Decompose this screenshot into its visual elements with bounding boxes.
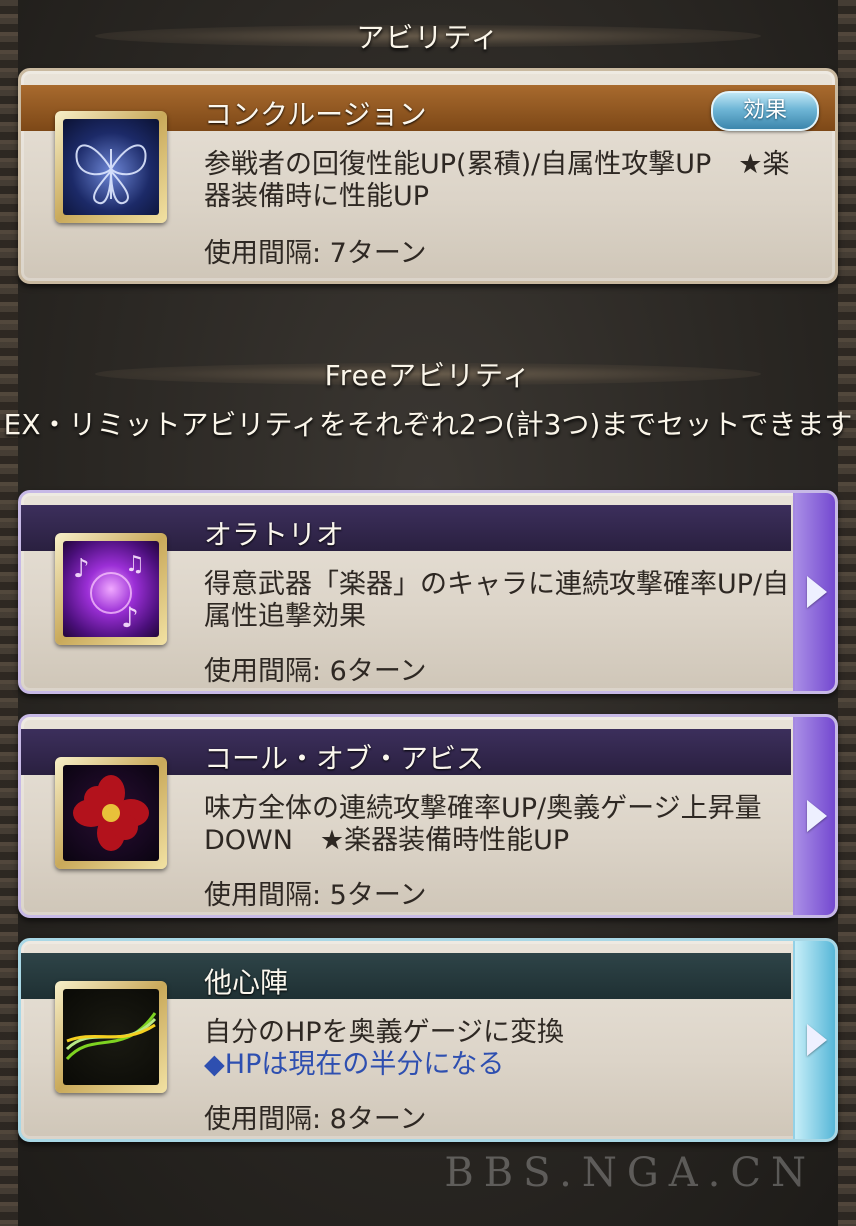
ability-interval: 使用間隔: 8ターン (204, 1104, 427, 1135)
ability-interval: 使用間隔: 6ターン (204, 656, 427, 687)
chevron-right-icon (807, 800, 827, 832)
free-ability-header-label: Freeアビリティ (324, 359, 532, 392)
watermark: BBS.NGA.CN (444, 1150, 816, 1196)
free-ability-card-tashinjin[interactable]: 他心陣 自分のHPを奥義ゲージに変換 ◆HPは現在の半分になる 使用間隔: 8タ… (18, 938, 838, 1142)
right-border-decoration (838, 0, 856, 1226)
ability-description: 味方全体の連続攻撃確率UP/奥義ゲージ上昇量DOWN ★楽器装備時性能UP (204, 793, 794, 857)
ability-name: オラトリオ (204, 518, 345, 551)
ability-interval: 使用間隔: 7ターン (204, 238, 427, 269)
free-ability-card-oratorio[interactable]: ♪ ♫ ♪ オラトリオ 得意武器「楽器」のキャラに連続攻撃確率UP/自属性追撃効… (18, 490, 838, 694)
ability-description: 自分のHPを奥義ゲージに変換 ◆HPは現在の半分になる (204, 1017, 794, 1081)
ability-interval: 使用間隔: 5ターン (204, 880, 427, 911)
ability-description: 得意武器「楽器」のキャラに連続攻撃確率UP/自属性追撃効果 (204, 569, 794, 633)
butterfly-icon (63, 119, 159, 215)
chevron-right-icon (807, 576, 827, 608)
ability-description-text: 自分のHPを奥義ゲージに変換 (204, 1017, 565, 1048)
free-ability-card-call-of-abyss[interactable]: コール・オブ・アビス 味方全体の連続攻撃確率UP/奥義ゲージ上昇量DOWN ★楽… (18, 714, 838, 918)
ability-icon-frame (55, 981, 167, 1093)
ability-icon-frame (55, 111, 167, 223)
ability-note: ◆HPは現在の半分になる (204, 1049, 505, 1080)
free-ability-description: EX・リミットアビリティをそれぞれ2つ(計3つ)までセットできます (3, 408, 853, 441)
left-border-decoration (0, 0, 18, 1226)
svg-text:♪: ♪ (73, 554, 90, 584)
svg-text:♪: ♪ (121, 601, 139, 634)
ability-section-header: アビリティ (0, 16, 856, 56)
ability-header-label: アビリティ (356, 21, 500, 54)
select-ability-tab[interactable] (793, 717, 835, 915)
ability-description-text: 味方全体の連続攻撃確率UP/奥義ゲージ上昇量DOWN ★楽器装備時性能UP (204, 793, 762, 856)
svg-text:♫: ♫ (125, 552, 145, 577)
ability-card-conclusion[interactable]: コンクルージョン 効果 参戦者の回復性能UP(累積)/自属性攻撃UP ★楽器装備… (18, 68, 838, 284)
select-ability-tab[interactable] (793, 493, 835, 691)
effect-button[interactable]: 効果 (711, 91, 819, 131)
ability-name: 他心陣 (204, 966, 289, 999)
ability-description-text: 得意武器「楽器」のキャラに連続攻撃確率UP/自属性追撃効果 (204, 569, 790, 632)
ability-name: コンクルージョン (204, 98, 427, 131)
select-ability-tab[interactable] (793, 941, 835, 1139)
chevron-right-icon (807, 1024, 827, 1056)
ability-icon-frame: ♪ ♫ ♪ (55, 533, 167, 645)
ability-name: コール・オブ・アビス (204, 742, 485, 775)
green-swirl-icon (63, 989, 159, 1085)
ability-description: 参戦者の回復性能UP(累積)/自属性攻撃UP ★楽器装備時に性能UP (204, 149, 790, 212)
ability-icon-frame (55, 757, 167, 869)
free-ability-section-header: Freeアビリティ (0, 354, 856, 394)
music-notes-icon: ♪ ♫ ♪ (63, 541, 159, 637)
red-flower-icon (63, 765, 159, 861)
